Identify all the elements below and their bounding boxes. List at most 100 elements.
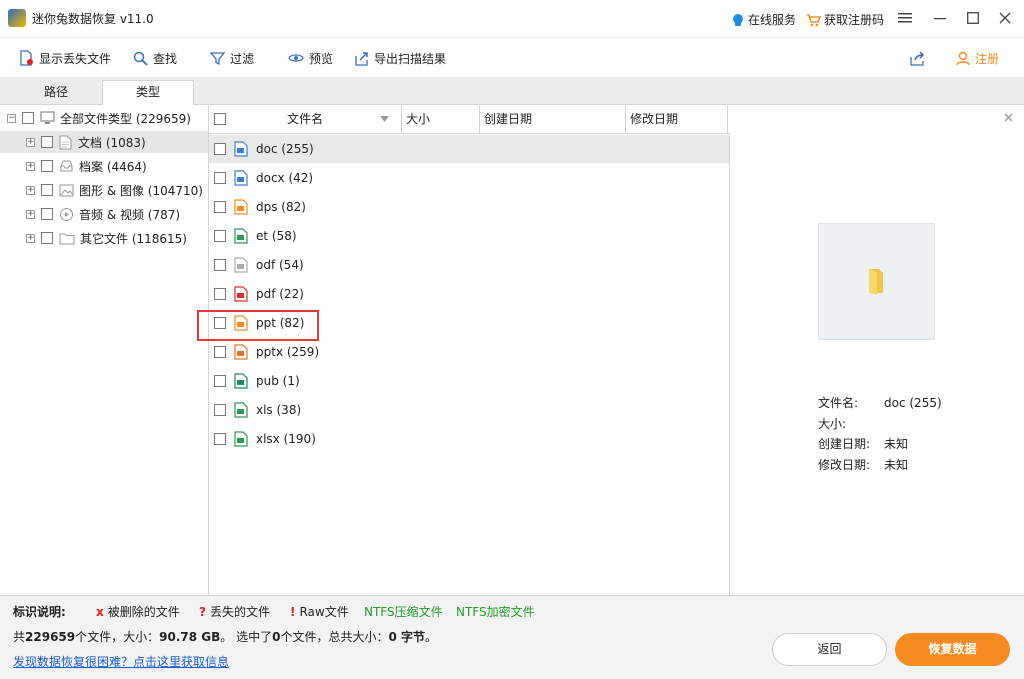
tree-item-checkbox[interactable] — [41, 136, 53, 148]
share-button[interactable] — [909, 49, 925, 67]
close-icon — [999, 12, 1011, 24]
file-type-row[interactable]: et (58) — [209, 222, 729, 250]
preview-thumbnail — [818, 223, 935, 340]
tab-type[interactable]: 类型 — [102, 80, 194, 106]
file-row-checkbox[interactable] — [214, 375, 226, 387]
filter-button[interactable]: 过滤 — [210, 49, 254, 67]
file-info: 文件名: doc (255) 大小: 创建日期: 未知 修改日期: 未知 — [818, 393, 1018, 475]
tree-item-documents[interactable]: + 文档 (1083) — [0, 131, 208, 153]
get-code-link[interactable]: 获取注册码 — [806, 11, 884, 28]
expand-toggle[interactable]: + — [26, 209, 35, 219]
file-type-icon — [234, 402, 248, 418]
register-label: 注册 — [975, 51, 1000, 66]
file-row-checkbox[interactable] — [214, 346, 226, 358]
file-row-checkbox[interactable] — [214, 259, 226, 271]
online-service-link[interactable]: 在线服务 — [731, 11, 796, 28]
tree-item-checkbox[interactable] — [41, 208, 53, 220]
file-type-row[interactable]: xlsx (190) — [209, 425, 729, 453]
preview-button[interactable]: 预览 — [288, 49, 333, 67]
export-results-button[interactable]: 导出扫描结果 — [354, 49, 446, 67]
lost-file-icon — [20, 50, 33, 66]
collapse-toggle[interactable]: − — [7, 113, 16, 123]
file-type-row[interactable]: odf (54) — [209, 251, 729, 279]
tree-item-label: 图形 & 图像 (104710) — [79, 183, 203, 198]
file-type-row[interactable]: xls (38) — [209, 396, 729, 424]
tree-item-archives[interactable]: + 档案 (4464) — [0, 155, 208, 177]
find-button[interactable]: 查找 — [133, 49, 177, 67]
tree-item-label: 文档 (1083) — [78, 135, 146, 150]
find-label: 查找 — [153, 51, 178, 66]
tree-root-checkbox[interactable] — [22, 112, 34, 124]
close-preview-button[interactable] — [1004, 111, 1013, 126]
legend-deleted-label: 被删除的文件 — [107, 605, 180, 619]
computer-icon — [40, 111, 55, 124]
help-link[interactable]: 发现数据恢复很困难？点击这里获取信息 — [13, 653, 229, 670]
file-row-checkbox[interactable] — [214, 143, 226, 155]
tree-item-checkbox[interactable] — [41, 184, 53, 196]
legend-deleted: x 被删除的文件 — [96, 603, 180, 620]
file-type-label: pdf (22) — [256, 287, 304, 301]
maximize-icon — [967, 12, 979, 24]
info-modified-label: 修改日期: — [818, 457, 871, 472]
col-modified-header[interactable]: 修改日期 — [626, 105, 728, 133]
expand-toggle[interactable]: + — [26, 185, 35, 195]
col-size-header[interactable]: 大小 — [402, 105, 480, 133]
select-all-checkbox[interactable] — [214, 113, 226, 125]
close-icon — [1004, 113, 1013, 122]
file-type-icon — [234, 228, 248, 244]
file-type-label: xls (38) — [256, 403, 302, 417]
file-type-row[interactable]: pub (1) — [209, 367, 729, 395]
tree-item-other[interactable]: + 其它文件 (118615) — [0, 227, 208, 249]
tree-item-label: 音频 & 视频 (787) — [79, 207, 181, 222]
legend-title: 标识说明: — [13, 605, 66, 619]
close-window-button[interactable] — [990, 5, 1020, 31]
info-filename-label: 文件名: — [818, 396, 859, 410]
file-type-row[interactable]: pdf (22) — [209, 280, 729, 308]
file-type-row[interactable]: doc (255) — [209, 135, 729, 163]
tree-item-checkbox[interactable] — [41, 160, 53, 172]
file-type-row[interactable]: pptx (259) — [209, 338, 729, 366]
file-type-row[interactable]: dps (82) — [209, 193, 729, 221]
expand-toggle[interactable]: + — [26, 233, 35, 243]
tree-item-checkbox[interactable] — [41, 232, 53, 244]
tab-path[interactable]: 路径 — [10, 81, 102, 105]
maximize-button[interactable] — [958, 5, 988, 31]
tab-bar: 路径 类型 — [0, 77, 1024, 106]
summary-line: 共229659个文件，大小：90.78 GB。 选中了0个文件，总共大小：0 字… — [13, 628, 437, 645]
total-files-count: 229659 — [25, 630, 76, 644]
document-icon — [59, 135, 72, 149]
file-type-row[interactable]: docx (42) — [209, 164, 729, 192]
tree-root[interactable]: − 全部文件类型 (229659) — [0, 107, 208, 129]
menu-button[interactable] — [890, 5, 920, 31]
file-row-checkbox[interactable] — [214, 404, 226, 416]
file-row-checkbox[interactable] — [214, 201, 226, 213]
image-icon — [59, 184, 74, 196]
file-row-checkbox[interactable] — [214, 433, 226, 445]
search-icon — [133, 51, 148, 66]
file-row-checkbox[interactable] — [214, 230, 226, 242]
preview-label: 预览 — [309, 51, 334, 66]
expand-toggle[interactable]: + — [26, 161, 35, 171]
tree-item-media[interactable]: + 音频 & 视频 (787) — [0, 203, 208, 225]
raw-mark-icon: ! — [290, 604, 296, 619]
file-row-checkbox[interactable] — [214, 288, 226, 300]
tree-item-images[interactable]: + 图形 & 图像 (104710) — [0, 179, 208, 201]
tree-item-label: 档案 (4464) — [79, 159, 147, 174]
register-button[interactable]: 注册 — [956, 49, 999, 67]
col-created-header[interactable]: 创建日期 — [480, 105, 626, 133]
app-logo-icon — [8, 9, 26, 27]
cart-icon — [807, 13, 821, 26]
file-row-checkbox[interactable] — [214, 172, 226, 184]
online-service-label: 在线服务 — [748, 13, 797, 27]
expand-toggle[interactable]: + — [26, 137, 35, 147]
info-created-value: 未知 — [884, 437, 909, 451]
folder-icon — [869, 269, 883, 295]
file-type-label: pub (1) — [256, 374, 300, 388]
col-name-header[interactable]: 文件名 — [209, 105, 402, 133]
share-icon — [910, 50, 925, 66]
recover-button[interactable]: 恢复数据 — [895, 633, 1010, 666]
show-lost-files-button[interactable]: 显示丢失文件 — [19, 49, 111, 67]
back-button[interactable]: 返回 — [772, 633, 887, 666]
minimize-button[interactable] — [925, 5, 955, 31]
file-type-icon — [234, 170, 248, 186]
